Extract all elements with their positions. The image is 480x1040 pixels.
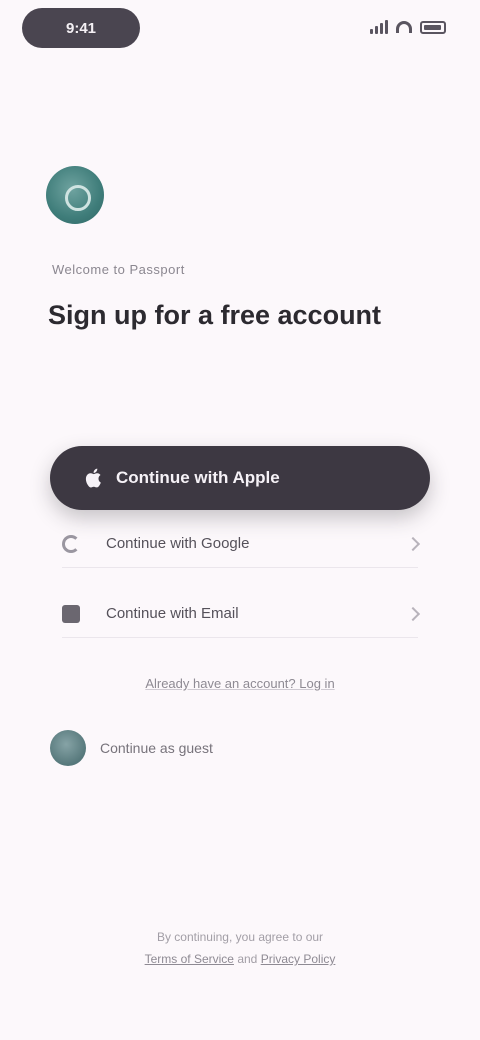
mail-icon [62, 604, 80, 623]
privacy-link[interactable]: Privacy Policy [261, 952, 336, 966]
status-icons [370, 20, 446, 34]
legal-notice: By continuing, you agree to our Terms of… [20, 926, 460, 970]
legal-joiner: and [237, 952, 258, 966]
continue-with-email-label: Continue with Email [106, 605, 239, 622]
continue-as-guest[interactable]: Continue as guest [50, 730, 213, 766]
continue-with-email-option[interactable]: Continue with Email [62, 590, 421, 638]
continue-with-apple-label: Continue with Apple [116, 468, 280, 487]
continue-with-google-label: Continue with Google [106, 535, 250, 552]
continue-with-google-option[interactable]: Continue with Google [62, 520, 421, 568]
guest-label: Continue as guest [100, 740, 213, 756]
chevron-right-icon [405, 606, 421, 621]
status-time: 9:41 [65, 19, 97, 37]
legal-prefix: By continuing, you agree to our [156, 930, 324, 944]
login-link[interactable]: Already have an account? Log in [110, 676, 370, 691]
terms-link[interactable]: Terms of Service [145, 952, 234, 966]
apple-icon [85, 468, 101, 488]
battery-icon [420, 20, 446, 34]
chevron-right-icon [405, 536, 421, 551]
wifi-icon [396, 21, 412, 33]
google-icon [62, 534, 80, 553]
signup-screen: 9:41 Welcome to Passport Sign up for a f… [0, 0, 480, 1040]
guest-avatar-icon [50, 730, 86, 766]
welcome-eyebrow: Welcome to Passport [52, 262, 185, 277]
brand-logo-icon [46, 166, 104, 224]
continue-with-apple-button[interactable]: Continue with Apple [50, 446, 430, 510]
page-title: Sign up for a free account [48, 300, 382, 330]
cellular-signal-icon [370, 20, 388, 34]
status-time-pill: 9:41 [22, 8, 140, 48]
